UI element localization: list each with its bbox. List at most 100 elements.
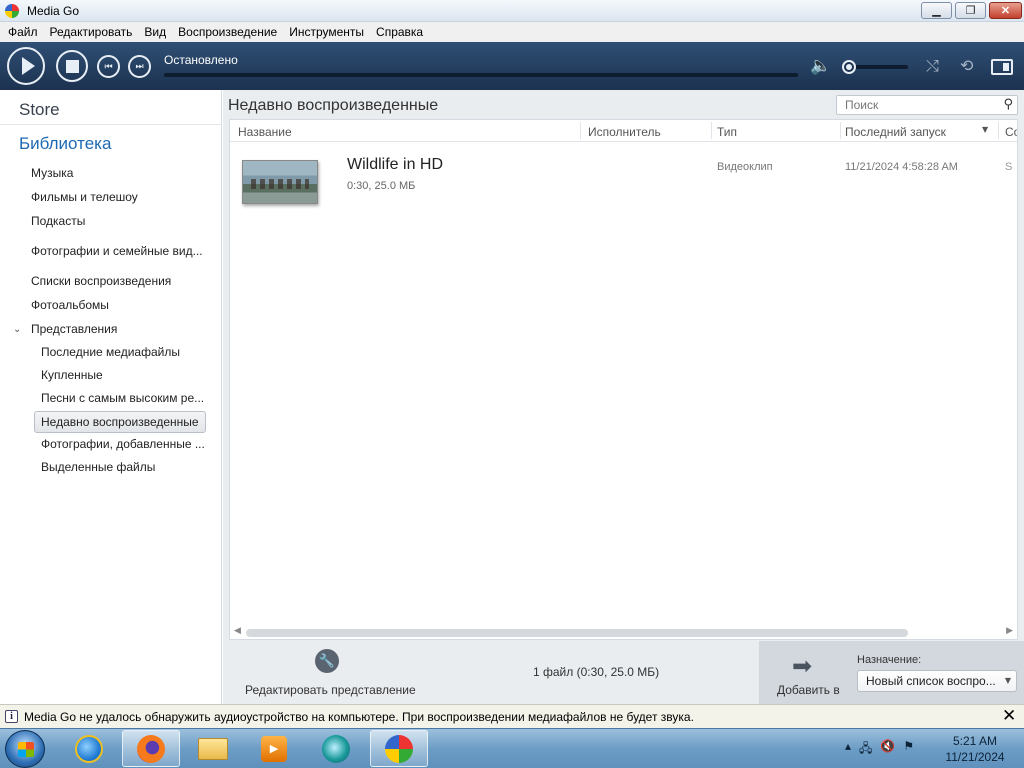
network-icon[interactable]: 🖧 — [859, 739, 872, 760]
taskbar-media-player[interactable]: ▶ — [245, 730, 303, 767]
minimize-button[interactable]: ▁ — [921, 2, 952, 19]
sidebar-view-selected-files[interactable]: Выделенные файлы — [41, 460, 155, 474]
menu-tools[interactable]: Инструменты — [283, 25, 370, 39]
playback-status: Остановлено — [164, 53, 238, 67]
chevron-down-icon: ▼ — [1004, 676, 1011, 685]
seek-bar[interactable] — [164, 73, 798, 77]
sidebar-view-purchased[interactable]: Купленные — [41, 368, 103, 382]
scrollbar-thumb[interactable] — [246, 629, 908, 637]
edit-view-button[interactable]: Редактировать представление — [245, 683, 416, 697]
column-header-last-played[interactable]: Последний запуск — [845, 125, 946, 139]
column-header-artist[interactable]: Исполнитель — [588, 125, 661, 139]
volume-slider[interactable] — [848, 65, 908, 69]
sidebar-item-views[interactable]: Представления — [31, 322, 117, 336]
column-divider — [580, 122, 581, 139]
scroll-right-icon[interactable]: ▶ — [1006, 626, 1013, 636]
play-button[interactable] — [7, 47, 45, 85]
add-to-button[interactable]: Добавить в — [777, 683, 840, 697]
stop-button[interactable] — [56, 50, 88, 82]
notification-bar: i Media Go не удалось обнаружить аудиоус… — [0, 704, 1024, 728]
main-panel: Недавно воспроизведенные ⚲ Название Испо… — [223, 90, 1024, 704]
destination-label: Назначение: — [857, 654, 922, 666]
next-icon: ⏭ — [135, 61, 144, 72]
close-icon: ✕ — [1000, 5, 1011, 17]
sidebar-view-top-rated[interactable]: Песни с самым высоким ре... — [41, 391, 204, 405]
taskbar-explorer[interactable] — [184, 730, 242, 767]
taskbar-internet-explorer[interactable] — [60, 730, 118, 767]
media-go-icon — [385, 734, 413, 763]
clock-date: 11/21/2024 — [945, 750, 1005, 764]
sidebar-library[interactable]: Библиотека — [19, 134, 111, 154]
file-summary: 1 файл (0:30, 25.0 МБ) — [533, 665, 660, 679]
shuffle-icon[interactable]: ⤭ — [926, 56, 939, 76]
chevron-down-icon[interactable]: ⌄ — [13, 324, 21, 335]
row-extra: S — [1005, 161, 1013, 173]
clock-time: 5:21 AM — [952, 734, 998, 748]
sidebar-store[interactable]: Store — [19, 100, 60, 120]
show-hidden-icons-icon[interactable]: ▴ — [845, 739, 851, 760]
volume-knob[interactable] — [842, 60, 856, 74]
clock[interactable]: 5:21 AM 11/21/2024 — [935, 733, 1015, 765]
row-last-played: 11/21/2024 4:58:28 AM — [845, 161, 958, 173]
repeat-icon[interactable]: ⟲ — [960, 56, 973, 75]
folder-icon — [198, 737, 228, 760]
taskbar-firefox[interactable] — [122, 730, 180, 767]
column-divider — [998, 122, 999, 139]
window-title: Media Go — [27, 3, 80, 18]
next-button[interactable]: ⏭ — [128, 55, 151, 78]
close-notification-icon[interactable]: ✕ — [1002, 706, 1016, 726]
sidebar-item-music[interactable]: Музыка — [31, 166, 73, 180]
info-icon: i — [5, 710, 18, 723]
menu-edit[interactable]: Редактировать — [44, 25, 139, 39]
row-type: Видеоклип — [717, 161, 773, 173]
firefox-icon — [137, 734, 165, 763]
search-icon[interactable]: ⚲ — [1003, 97, 1013, 112]
menu-help[interactable]: Справка — [370, 25, 429, 39]
taskbar-media-go[interactable] — [370, 730, 428, 767]
menu-playback[interactable]: Воспроизведение — [172, 25, 283, 39]
menu-file[interactable]: Файл — [2, 25, 44, 39]
media-list: Название Исполнитель Тип Последний запус… — [229, 119, 1018, 640]
column-header-title[interactable]: Название — [238, 125, 292, 139]
restore-icon: ❐ — [965, 5, 976, 17]
layout-icon[interactable] — [991, 59, 1013, 75]
start-button[interactable] — [5, 730, 45, 768]
close-button[interactable]: ✕ — [989, 2, 1022, 19]
volume-muted-icon[interactable]: 🔇 — [880, 739, 895, 760]
sidebar-view-recent-media[interactable]: Последние медиафайлы — [41, 345, 180, 359]
bottom-bar: 🔧 Редактировать представление 1 файл (0:… — [223, 641, 1024, 704]
sidebar-item-photos-videos[interactable]: Фотографии и семейные вид... — [31, 244, 203, 258]
arrow-right-icon[interactable]: ➡ — [792, 652, 812, 680]
sidebar-item-movies-tv[interactable]: Фильмы и телешоу — [31, 190, 138, 204]
internet-explorer-icon — [75, 734, 103, 763]
sidebar-item-photo-albums[interactable]: Фотоальбомы — [31, 298, 109, 312]
sidebar-item-playlists[interactable]: Списки воспроизведения — [31, 274, 171, 288]
scroll-left-icon[interactable]: ◀ — [234, 626, 241, 636]
add-to-panel: ➡ Добавить в Назначение: Новый список во… — [759, 641, 1024, 704]
search-input[interactable] — [837, 96, 987, 114]
media-player-icon: ▶ — [261, 735, 287, 762]
window-controls: ▁ ❐ ✕ — [921, 2, 1022, 19]
notification-text: Media Go не удалось обнаружить аудиоустр… — [24, 710, 694, 724]
taskbar: ▶ ▴ 🖧 🔇 ⚑ 5:21 AM 11/21/2024 — [0, 728, 1024, 768]
sidebar-item-podcasts[interactable]: Подкасты — [31, 214, 85, 228]
restore-button[interactable]: ❐ — [955, 2, 986, 19]
search-box: ⚲ — [836, 95, 1018, 115]
column-header-extra[interactable]: Со — [1005, 125, 1017, 139]
horizontal-scrollbar[interactable]: ◀ ▶ — [230, 626, 1017, 639]
column-header-type[interactable]: Тип — [717, 125, 737, 139]
action-center-flag-icon[interactable]: ⚑ — [903, 739, 914, 760]
destination-dropdown[interactable]: Новый список воспро... ▼ — [857, 670, 1017, 692]
menu-view[interactable]: Вид — [138, 25, 172, 39]
page-title: Недавно воспроизведенные — [228, 97, 439, 114]
minimize-icon: ▁ — [932, 5, 941, 17]
previous-icon: ⏮ — [104, 61, 113, 72]
sidebar-view-photos-added[interactable]: Фотографии, добавленные ... — [41, 437, 205, 451]
wrench-icon[interactable]: 🔧 — [315, 649, 339, 673]
taskbar-windows-media-player[interactable] — [307, 730, 365, 767]
sidebar-view-recently-played[interactable]: Недавно воспроизведенные — [34, 411, 206, 433]
previous-button[interactable]: ⏮ — [97, 55, 120, 78]
table-row[interactable]: Wildlife in HD 0:30, 25.0 МБ Видеоклип 1… — [230, 146, 1017, 216]
volume-icon[interactable]: 🔈 — [810, 56, 831, 76]
row-details: 0:30, 25.0 МБ — [347, 180, 416, 192]
